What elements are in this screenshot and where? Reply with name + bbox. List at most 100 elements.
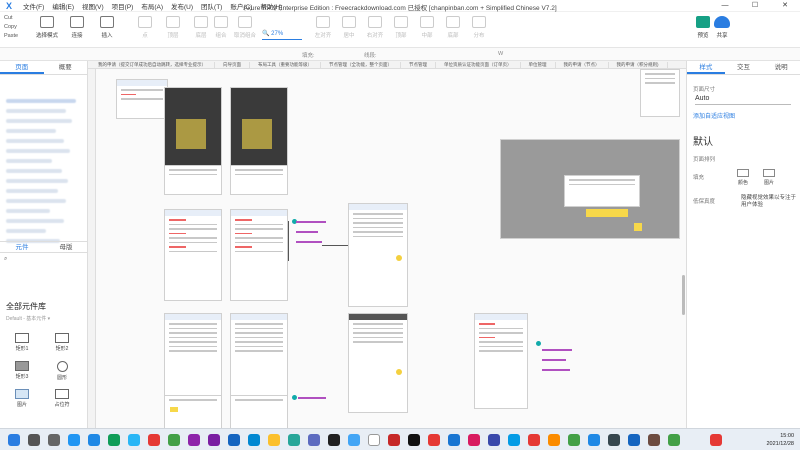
page-item[interactable]	[6, 129, 56, 133]
vertical-scrollbar[interactable]	[682, 275, 685, 315]
page-tab[interactable]: 节点管理	[401, 62, 436, 69]
app-icon[interactable]	[168, 434, 180, 446]
search-icon[interactable]	[28, 434, 40, 446]
app-icon[interactable]	[228, 434, 240, 446]
app-icon[interactable]	[188, 434, 200, 446]
page-tab[interactable]: 单位资质认证功能页面（订单页）	[436, 62, 521, 69]
maximize-button[interactable]: ☐	[740, 0, 770, 12]
tab-style[interactable]: 样式	[687, 61, 725, 74]
page-item[interactable]	[6, 209, 50, 213]
wireframe-card[interactable]	[230, 395, 288, 428]
page-item[interactable]	[6, 179, 68, 183]
app-icon[interactable]	[268, 434, 280, 446]
page-item[interactable]	[6, 219, 64, 223]
menu-view[interactable]: 视图(V)	[78, 1, 108, 11]
app-icon[interactable]	[588, 434, 600, 446]
page-tab[interactable]: 节点管理（全功能，整个页面）	[321, 62, 401, 69]
app-icon[interactable]	[468, 434, 480, 446]
point-button[interactable]: 点	[130, 16, 160, 39]
menu-team[interactable]: 团队(T)	[197, 1, 226, 11]
app-icon[interactable]	[288, 434, 300, 446]
task-view-icon[interactable]	[48, 434, 60, 446]
tab-outline[interactable]: 概要	[44, 61, 88, 74]
app-icon[interactable]	[528, 434, 540, 446]
app-icon[interactable]	[328, 434, 340, 446]
tab-widgets[interactable]: 元件	[0, 242, 44, 252]
app-icon[interactable]	[668, 434, 680, 446]
add-adaptive-view-link[interactable]: 添加自适应视图	[693, 111, 735, 120]
widget-box1[interactable]: 矩形1	[4, 333, 40, 352]
app-icon[interactable]	[508, 434, 520, 446]
wireframe-card[interactable]	[474, 313, 528, 409]
page-item[interactable]	[6, 109, 66, 113]
page-tab[interactable]: 我的申请（节点）	[556, 62, 609, 69]
app-icon[interactable]	[488, 434, 500, 446]
annotation-marker[interactable]	[396, 255, 402, 261]
app-icon[interactable]	[368, 434, 380, 446]
ungroup-button[interactable]: 取消组合	[230, 16, 260, 39]
connect-button[interactable]: 连接	[62, 16, 92, 39]
app-icon[interactable]	[428, 434, 440, 446]
minimize-button[interactable]: —	[710, 0, 740, 12]
library-selector[interactable]: Default - 基本元件 ▾	[6, 315, 50, 322]
system-clock[interactable]: 15:00 2021/12/28	[766, 432, 794, 448]
widget-image[interactable]: 图片	[4, 389, 40, 408]
dialog-mock[interactable]	[564, 175, 640, 207]
tab-masters[interactable]: 母版	[44, 242, 88, 252]
app-icon[interactable]	[348, 434, 360, 446]
wireframe-card[interactable]	[348, 313, 408, 413]
distribute-button[interactable]: 分布	[464, 16, 494, 39]
menu-account[interactable]: 账户(C)	[226, 1, 256, 11]
copy-button[interactable]: Copy	[4, 23, 18, 32]
preview-button[interactable]: 预览	[696, 16, 710, 39]
library-search[interactable]: ⌕	[4, 256, 84, 266]
wireframe-card[interactable]	[116, 79, 168, 119]
page-item[interactable]	[6, 189, 58, 193]
widget-ellipse[interactable]: 圆形	[44, 361, 80, 381]
app-icon[interactable]	[68, 434, 80, 446]
page-item[interactable]	[6, 199, 66, 203]
app-icon[interactable]	[128, 434, 140, 446]
app-icon[interactable]	[388, 434, 400, 446]
top-layer-button[interactable]: 顶层	[158, 16, 188, 39]
share-button[interactable]: 共享	[714, 16, 730, 39]
wireframe-card[interactable]	[164, 165, 222, 195]
page-item[interactable]	[6, 119, 72, 123]
app-icon[interactable]	[568, 434, 580, 446]
menu-publish[interactable]: 发布(U)	[167, 1, 197, 11]
page-item[interactable]	[6, 169, 62, 173]
page-item[interactable]	[6, 229, 46, 233]
app-icon[interactable]	[88, 434, 100, 446]
tab-notes[interactable]: 说明	[762, 61, 800, 74]
app-icon[interactable]	[548, 434, 560, 446]
widget-box3[interactable]: 矩形3	[4, 361, 40, 380]
app-icon[interactable]	[148, 434, 160, 446]
fill-color-option[interactable]: 颜色	[731, 169, 755, 186]
page-item[interactable]	[6, 99, 76, 103]
select-mode-button[interactable]: 选择模式	[32, 16, 62, 39]
app-icon[interactable]	[448, 434, 460, 446]
wireframe-card[interactable]	[164, 209, 222, 301]
page-tab[interactable]: 布局工具（重要功能等级）	[250, 62, 321, 69]
page-item[interactable]	[6, 149, 70, 153]
page-size-select[interactable]: Auto	[695, 95, 791, 105]
app-icon[interactable]	[408, 434, 420, 446]
tab-pages[interactable]: 页面	[0, 61, 44, 74]
menu-project[interactable]: 项目(P)	[108, 1, 138, 11]
app-icon[interactable]	[208, 434, 220, 446]
close-button[interactable]: ✕	[770, 0, 800, 12]
ime-icon[interactable]	[710, 434, 722, 446]
fill-image-option[interactable]: 图片	[757, 169, 781, 186]
app-icon[interactable]	[648, 434, 660, 446]
insert-button[interactable]: 插入	[92, 16, 122, 39]
app-icon[interactable]	[608, 434, 620, 446]
menu-help[interactable]: 帮助(H)	[256, 1, 286, 11]
widget-placeholder[interactable]: 占位符	[44, 389, 80, 408]
page-tab[interactable]: 向导页面	[215, 62, 250, 69]
app-icon[interactable]	[308, 434, 320, 446]
wireframe-card[interactable]	[230, 165, 288, 195]
page-tab[interactable]: 我的申请（提交订单成功后自动跳转，选择专业提示）	[90, 62, 215, 69]
tab-interactions[interactable]: 交互	[725, 61, 763, 74]
page-item[interactable]	[6, 139, 64, 143]
wireframe-card[interactable]	[230, 209, 288, 301]
